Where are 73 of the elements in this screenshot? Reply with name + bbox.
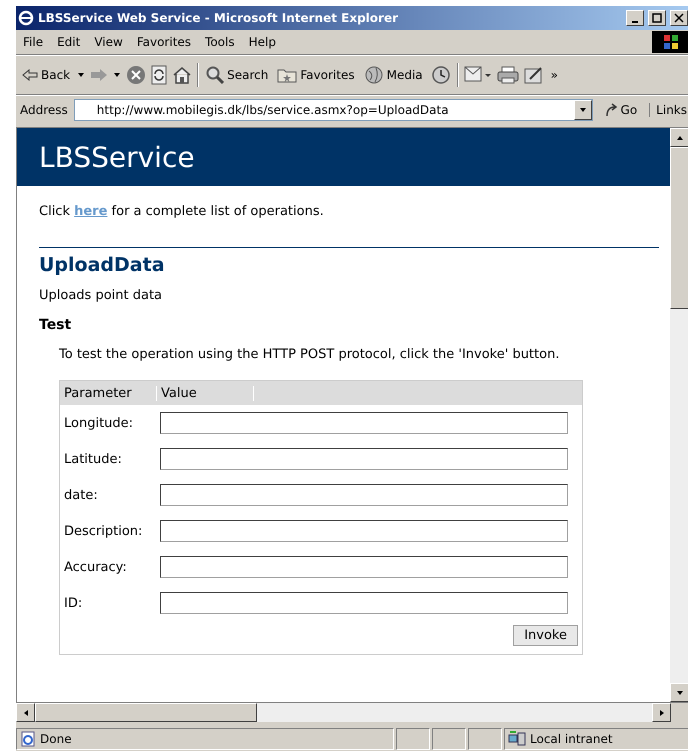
value-input[interactable] bbox=[160, 556, 568, 578]
scroll-down-icon[interactable] bbox=[676, 688, 684, 696]
operation-description: Uploads point data bbox=[39, 288, 164, 303]
home-icon[interactable] bbox=[172, 66, 192, 84]
menu-item[interactable]: Edit bbox=[50, 33, 88, 51]
value-input[interactable] bbox=[160, 448, 568, 470]
status-text: Done bbox=[40, 732, 72, 746]
search-button[interactable]: Search bbox=[204, 64, 270, 86]
stop-icon[interactable] bbox=[126, 65, 146, 85]
menu-item[interactable]: View bbox=[87, 33, 130, 51]
search-icon bbox=[206, 66, 224, 84]
folder-star-icon bbox=[277, 67, 298, 83]
links-button[interactable]: Links bbox=[649, 103, 688, 117]
refresh-icon[interactable] bbox=[151, 65, 168, 85]
menu-item[interactable]: Favorites bbox=[130, 33, 198, 51]
value-input[interactable] bbox=[160, 592, 568, 614]
intro-text: Click here for a complete list of operations. bbox=[39, 204, 325, 219]
dropdown-button[interactable] bbox=[574, 100, 592, 120]
horizontal-scrollbar[interactable] bbox=[16, 703, 688, 722]
back-arrow-icon bbox=[22, 69, 38, 81]
scroll-right-icon[interactable] bbox=[658, 708, 666, 716]
edit-icon[interactable] bbox=[524, 66, 544, 84]
value-input[interactable] bbox=[160, 484, 568, 506]
dropdown-arrow-icon[interactable] bbox=[578, 106, 587, 114]
status-panel bbox=[432, 728, 466, 750]
column-header: Value bbox=[157, 386, 254, 400]
dropdown-arrow-icon[interactable] bbox=[77, 71, 86, 79]
address-field[interactable]: http://www.mobilegis.dk/lbs/service.asmx?op=UploadData bbox=[74, 99, 593, 121]
windows-logo bbox=[652, 31, 688, 53]
parameter-label: Description: bbox=[63, 524, 144, 538]
maximize-icon bbox=[652, 13, 662, 23]
scroll-up-icon[interactable] bbox=[676, 134, 684, 142]
minimize-icon bbox=[632, 21, 638, 23]
vertical-scrollbar[interactable] bbox=[670, 128, 688, 702]
scroll-left-icon[interactable] bbox=[22, 708, 30, 716]
status-panel bbox=[396, 728, 430, 750]
history-icon[interactable] bbox=[430, 65, 452, 85]
go-button[interactable]: Go bbox=[598, 103, 644, 117]
status-panel bbox=[468, 728, 502, 750]
window-title: LBSService Web Service - Microsoft Internet Explorer bbox=[38, 11, 400, 25]
globe-icon bbox=[364, 65, 384, 85]
back-button[interactable]: Back bbox=[20, 66, 72, 84]
invoke-button[interactable]: Invoke bbox=[513, 625, 578, 646]
menu-item[interactable]: Help bbox=[242, 33, 283, 51]
network-icon bbox=[508, 730, 526, 746]
close-button[interactable] bbox=[670, 10, 688, 26]
test-instructions: To test the operation using the HTTP POST protocol, click the 'Invoke' button. bbox=[59, 347, 560, 362]
maximize-button[interactable] bbox=[648, 10, 666, 26]
zone-text: Local intranet bbox=[530, 732, 613, 746]
parameter-label: Latitude: bbox=[63, 452, 123, 466]
go-arrow-icon bbox=[604, 103, 619, 117]
address-label: Address bbox=[20, 103, 68, 117]
test-heading: Test bbox=[39, 317, 72, 333]
parameter-label: ID: bbox=[63, 596, 84, 610]
minimize-button[interactable] bbox=[626, 10, 644, 26]
parameter-label: Longitude: bbox=[63, 416, 134, 430]
favorites-button[interactable]: Favorites bbox=[275, 65, 357, 85]
value-input[interactable] bbox=[160, 412, 568, 434]
printer-icon[interactable] bbox=[496, 66, 519, 84]
page-icon bbox=[20, 730, 36, 746]
value-input[interactable] bbox=[160, 520, 568, 542]
toolbar-more-button[interactable]: » bbox=[548, 66, 560, 84]
menu-item[interactable]: Tools bbox=[198, 33, 242, 51]
column-header: Parameter bbox=[60, 386, 157, 400]
menu-item[interactable]: File bbox=[16, 33, 50, 51]
parameter-label: Accuracy: bbox=[63, 560, 128, 574]
media-button[interactable]: Media bbox=[362, 63, 425, 87]
page-banner: LBSService bbox=[17, 128, 670, 186]
parameter-label: date: bbox=[63, 488, 99, 502]
operation-heading: UploadData bbox=[39, 254, 166, 276]
dropdown-arrow-icon[interactable] bbox=[113, 71, 122, 79]
close-icon bbox=[674, 13, 684, 23]
browser-icon bbox=[18, 10, 34, 26]
